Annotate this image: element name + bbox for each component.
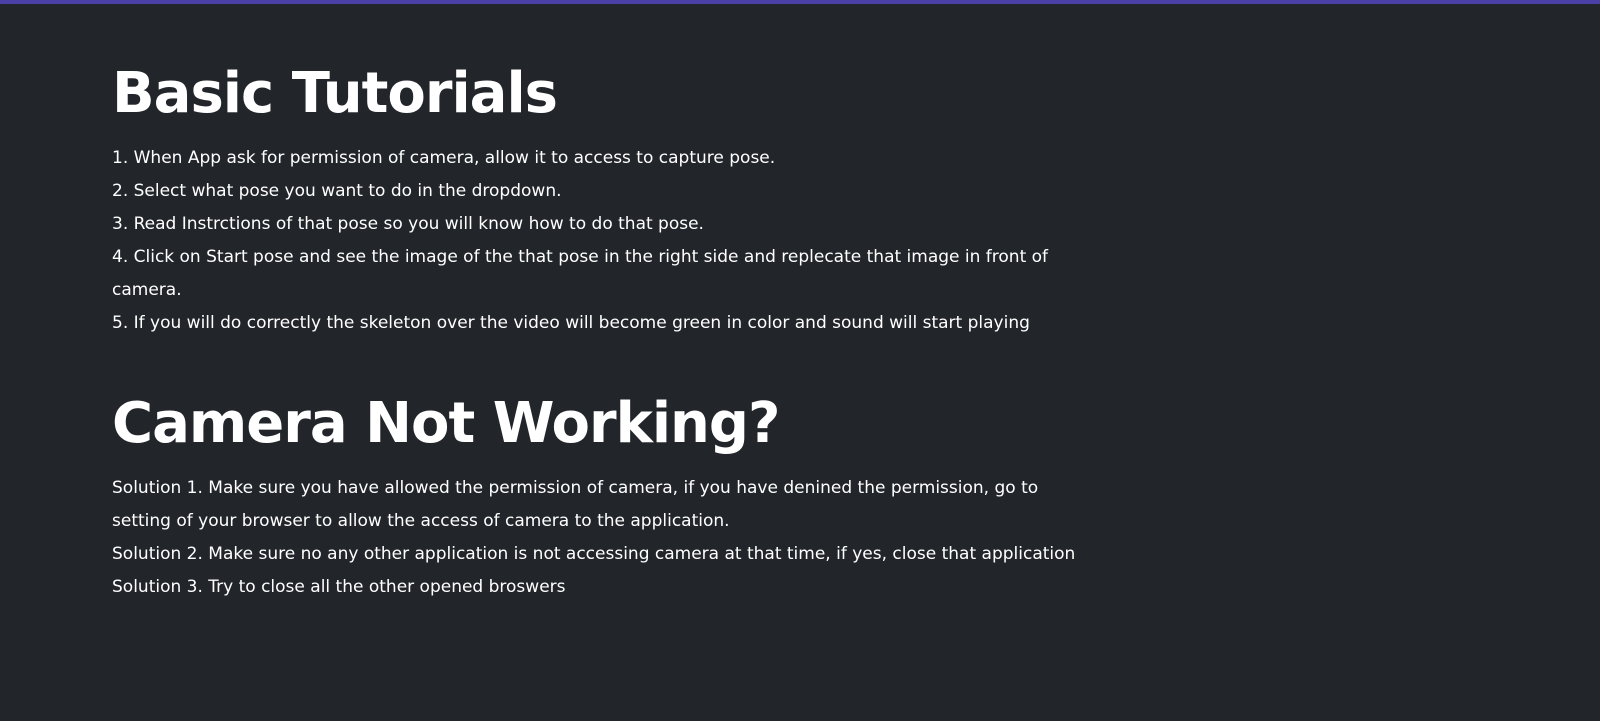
solution-2: Solution 2. Make sure no any other appli…	[112, 544, 1076, 564]
tutorial-steps-list: 1. When App ask for permission of camera…	[112, 142, 1112, 340]
camera-not-working-heading: Camera Not Working?	[112, 391, 780, 456]
basic-tutorials-section: Basic Tutorials 1. When App ask for perm…	[112, 62, 1112, 340]
tutorial-step-5: 5. If you will do correctly the skeleton…	[112, 313, 1030, 333]
tutorial-step-4-continued: camera.	[112, 280, 182, 300]
tutorial-content: Basic Tutorials 1. When App ask for perm…	[112, 62, 1112, 604]
solution-1: Solution 1. Make sure you have allowed t…	[112, 478, 1039, 498]
tutorial-step-4: 4. Click on Start pose and see the image…	[112, 247, 1049, 267]
tutorial-step-1: 1. When App ask for permission of camera…	[112, 148, 776, 168]
basic-tutorials-heading: Basic Tutorials	[112, 61, 558, 126]
top-accent-bar	[0, 0, 1600, 4]
tutorial-step-2: 2. Select what pose you want to do in th…	[112, 181, 562, 201]
camera-solutions-list: Solution 1. Make sure you have allowed t…	[112, 472, 1112, 604]
solution-3: Solution 3. Try to close all the other o…	[112, 577, 566, 597]
tutorial-step-3: 3. Read Instrctions of that pose so you …	[112, 214, 704, 234]
solution-1-continued: setting of your browser to allow the acc…	[112, 511, 730, 531]
camera-not-working-section: Camera Not Working? Solution 1. Make sur…	[112, 392, 1112, 604]
